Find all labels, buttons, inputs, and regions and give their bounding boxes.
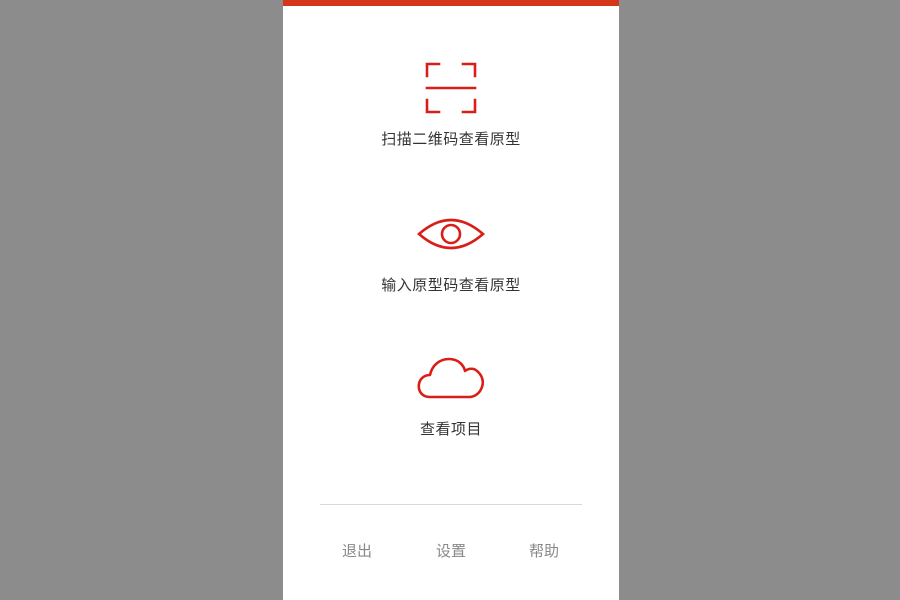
view-projects-button[interactable]: 查看项目	[283, 350, 619, 439]
bottom-nav: 退出 设置 帮助	[283, 540, 619, 566]
app-screen: 扫描二维码查看原型 输入原型码查看原型 查看项目 退出 设置 帮助	[283, 0, 619, 600]
cloud-icon	[416, 350, 486, 406]
scan-qr-button[interactable]: 扫描二维码查看原型	[283, 60, 619, 149]
exit-button[interactable]: 退出	[327, 540, 387, 561]
settings-button[interactable]: 设置	[421, 540, 481, 561]
top-accent-bar	[283, 0, 619, 6]
scan-qr-label: 扫描二维码查看原型	[381, 130, 521, 148]
view-projects-label: 查看项目	[419, 420, 482, 438]
enter-code-label: 输入原型码查看原型	[381, 276, 521, 294]
divider	[320, 504, 582, 505]
enter-code-button[interactable]: 输入原型码查看原型	[283, 206, 619, 295]
eye-icon	[416, 206, 486, 262]
help-button[interactable]: 帮助	[514, 540, 574, 561]
scan-qr-icon	[416, 60, 486, 116]
